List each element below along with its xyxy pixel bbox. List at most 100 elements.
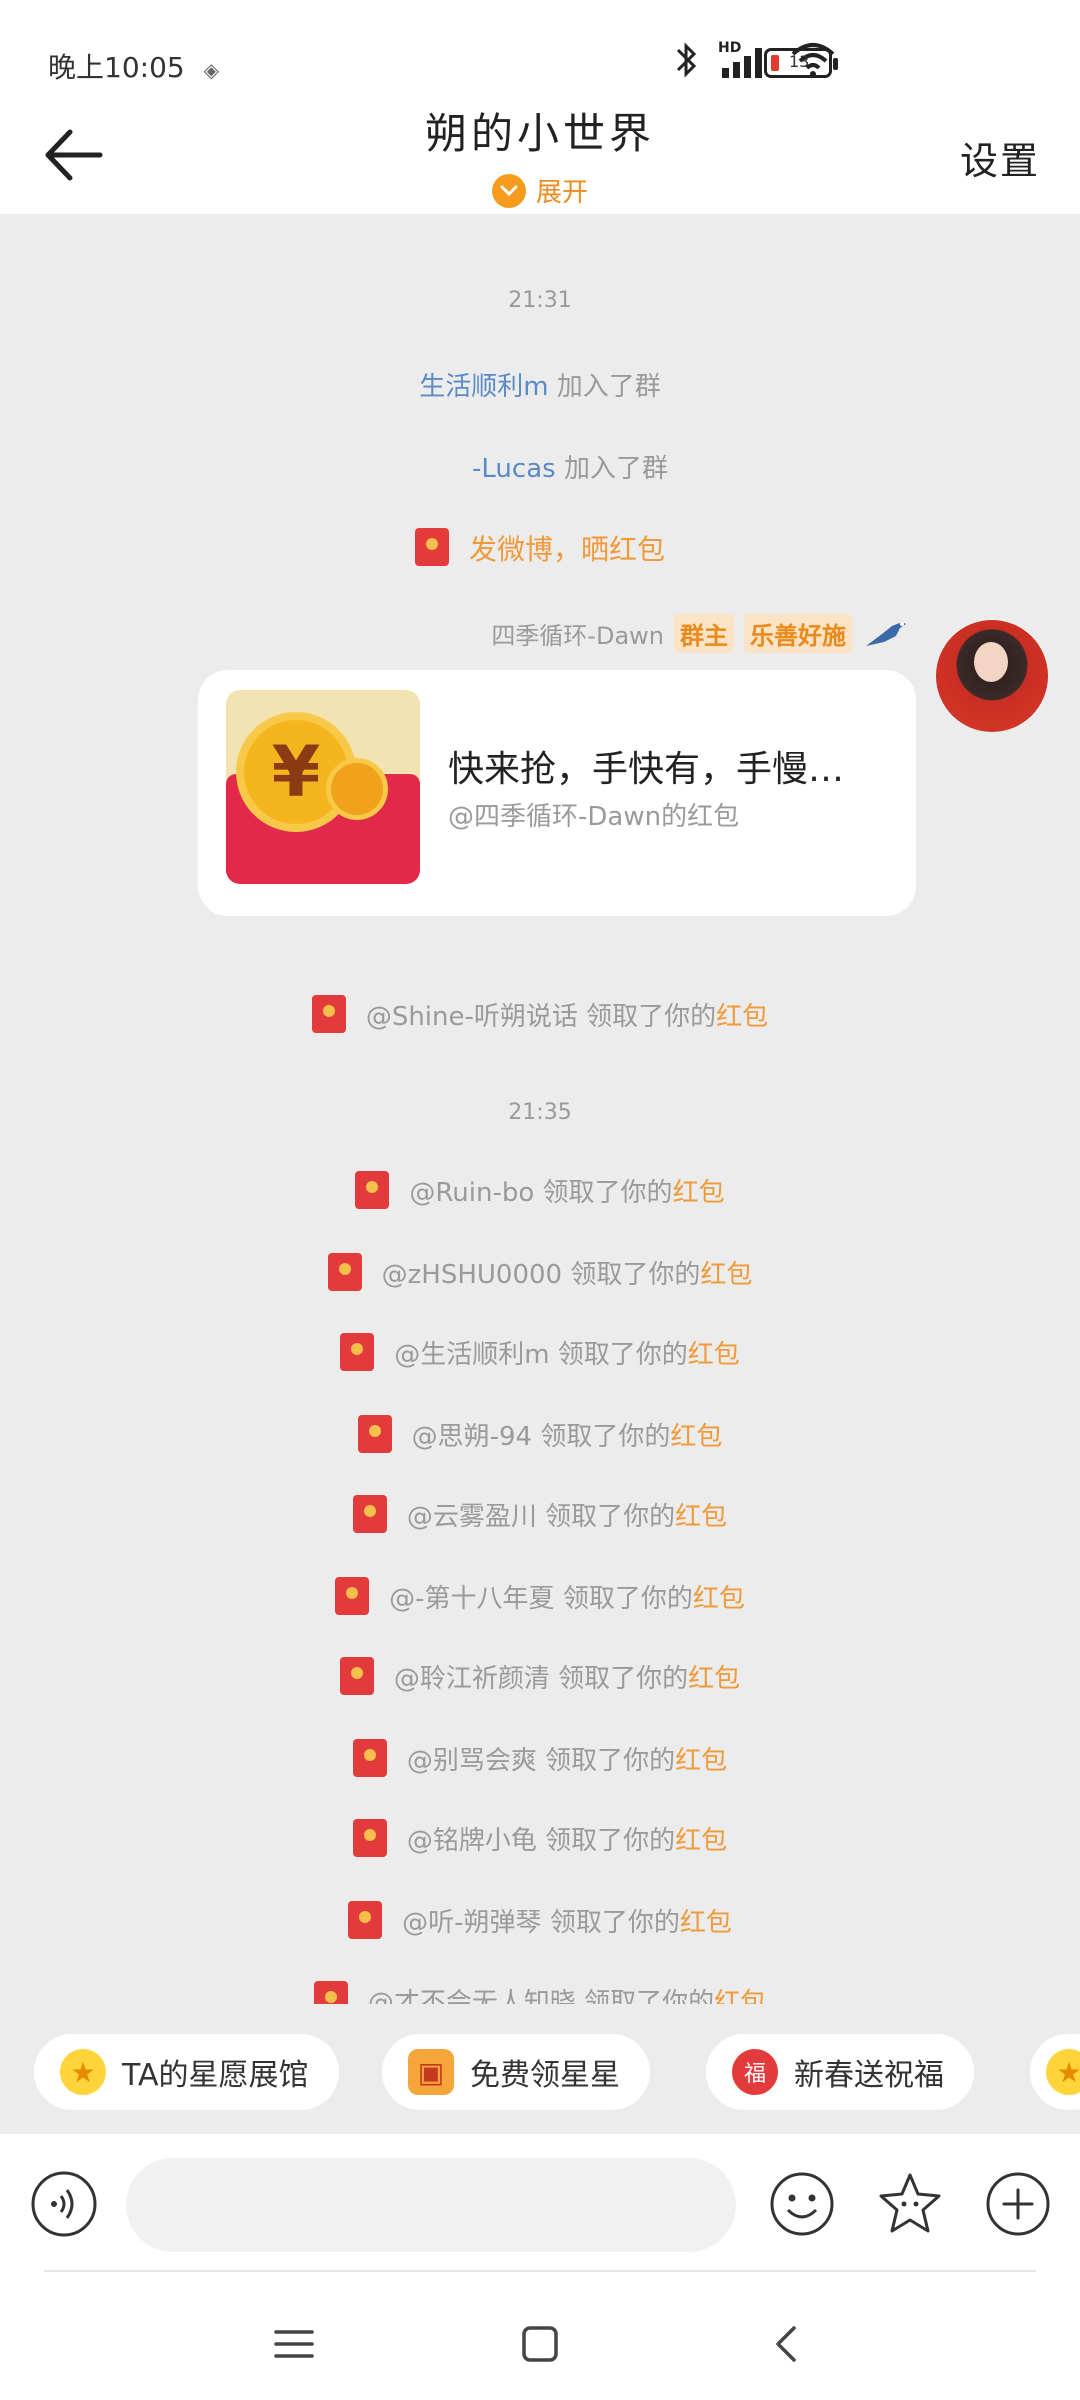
chip-label: TA的星愿展馆	[122, 2058, 309, 2093]
status-bar: 晚上10:05 ◈ HD 13	[0, 0, 1080, 100]
red-packet-link[interactable]: 红包	[675, 1502, 727, 1532]
timestamp: 21:31	[508, 288, 572, 313]
sender-row: 四季循环-Dawn 群主 乐善好施	[491, 614, 910, 653]
signal-label: HD	[718, 40, 742, 56]
claim-message: @生活顺利m 领取了你的红包	[0, 1332, 1080, 1375]
claim-text: 领取了你的	[540, 1422, 671, 1452]
claim-message: @才不会无人知晓 领取了你的红包	[0, 1980, 1080, 2004]
red-packet-link[interactable]: 红包	[700, 1260, 752, 1290]
red-packet-icon	[311, 994, 346, 1033]
red-packet-link[interactable]: 红包	[673, 1178, 725, 1208]
chip-star-gallery[interactable]: ★ TA的星愿展馆	[34, 2034, 339, 2110]
claim-message: @-第十八年夏 领取了你的红包	[0, 1576, 1080, 1619]
claimer-name: @生活顺利m	[394, 1340, 550, 1370]
claimer-name: @思朔-94	[411, 1422, 533, 1452]
claim-text: 领取了你的	[545, 1826, 676, 1856]
claim-text: 领取了你的	[570, 1260, 701, 1290]
bluetooth-icon	[676, 42, 697, 78]
chip-label: 免费领星星	[470, 2058, 620, 2093]
red-packet-link[interactable]: 红包	[680, 1908, 732, 1938]
claimer-name: @别骂会爽	[406, 1746, 537, 1776]
emoji-icon[interactable]	[768, 2170, 836, 2238]
red-packet-message[interactable]: ¥ 快来抢，手快有，手慢… @四季循环-Dawn的红包	[198, 670, 916, 916]
chat-area[interactable]: 21:31 生活顺利m 加入了群 -Lucas 加入了群 发微博，晒红包 四季循…	[0, 214, 1080, 2004]
claimer-name: @Ruin-bo	[409, 1178, 535, 1208]
message-input[interactable]	[126, 2158, 736, 2252]
group-title: 朔的小世界	[424, 109, 655, 158]
red-packet-icon	[414, 528, 449, 566]
claim-message: @Shine-听朔说话 领取了你的红包	[0, 994, 1080, 1037]
chip-new-year-blessing[interactable]: 福 新春送祝福	[706, 2034, 974, 2110]
claim-text: 领取了你的	[584, 1988, 715, 2004]
claim-message: @zHSHU0000 领取了你的红包	[0, 1252, 1080, 1295]
battery-icon: 13	[764, 48, 838, 78]
chip-free-stars[interactable]: ▣ 免费领星星	[382, 2034, 650, 2110]
red-packet-sender: @四季循环-Dawn的红包	[448, 802, 740, 832]
claimer-name: @Shine-听朔说话	[365, 1002, 578, 1032]
quick-action-bar: ★ TA的星愿展馆 ▣ 免费领星星 福 新春送祝福 ★	[0, 2004, 1080, 2134]
join-message: 生活顺利m 加入了群	[0, 366, 1080, 403]
red-packet-icon: ¥	[226, 690, 420, 884]
red-packet-link[interactable]: 红包	[688, 1340, 740, 1370]
star-icon: ★	[1046, 2049, 1080, 2095]
claim-text: 领取了你的	[542, 1178, 673, 1208]
divider	[44, 2270, 1036, 2272]
red-packet-icon	[348, 1900, 383, 1939]
claim-text: 领取了你的	[586, 1002, 717, 1032]
claimer-name: @才不会无人知晓	[367, 1988, 576, 2004]
sticker-icon[interactable]	[876, 2170, 944, 2238]
claim-message: @别骂会爽 领取了你的红包	[0, 1738, 1080, 1781]
claimer-name: @聆江祈颜清	[393, 1664, 550, 1694]
expand-button[interactable]: 展开	[0, 172, 1080, 209]
claimer-name: @-第十八年夏	[389, 1584, 555, 1614]
avatar[interactable]	[936, 620, 1048, 732]
menu-icon[interactable]	[264, 2314, 324, 2374]
red-packet-link[interactable]: 红包	[714, 1988, 766, 2004]
red-packet-title: 快来抢，手快有，手慢…	[448, 749, 845, 790]
red-packet-icon	[327, 1252, 362, 1291]
owner-badge: 群主	[674, 614, 734, 653]
claim-message: @聆江祈颜清 领取了你的红包	[0, 1656, 1080, 1699]
sender-name[interactable]: 四季循环-Dawn	[491, 616, 664, 651]
member-name[interactable]: -Lucas	[472, 454, 556, 484]
red-packet-icon	[357, 1414, 392, 1453]
red-packet-icon	[339, 1656, 374, 1695]
claim-message: @云雾盈川 领取了你的红包	[0, 1494, 1080, 1537]
claim-text: 领取了你的	[545, 1746, 676, 1776]
join-message: -Lucas 加入了群	[0, 448, 1080, 485]
red-packet-icon	[340, 1332, 375, 1371]
red-packet-link[interactable]: 红包	[670, 1422, 722, 1452]
status-time: 晚上10:05 ◈	[48, 46, 219, 86]
timestamp: 21:35	[508, 1100, 572, 1125]
red-packet-icon	[355, 1170, 390, 1209]
location-icon: ◈	[203, 58, 219, 82]
claim-text: 领取了你的	[549, 1908, 680, 1938]
plus-icon[interactable]	[984, 2170, 1052, 2238]
treasure-icon: ▣	[408, 2049, 454, 2095]
red-packet-icon	[313, 1980, 348, 2004]
red-packet-icon	[335, 1576, 370, 1615]
bird-icon	[866, 621, 906, 646]
chat-header: 朔的小世界 展开 设置	[0, 100, 1080, 214]
input-bar	[0, 2134, 1080, 2276]
member-name[interactable]: 生活顺利m	[419, 372, 548, 402]
claim-message: @听-朔弹琴 领取了你的红包	[0, 1900, 1080, 1943]
chip-label: 新春送祝福	[794, 2058, 944, 2093]
fortune-icon: 福	[732, 2049, 778, 2095]
red-packet-link[interactable]: 红包	[675, 1826, 727, 1856]
claimer-name: @zHSHU0000	[381, 1260, 563, 1290]
red-packet-link[interactable]: 红包	[716, 1002, 768, 1032]
battery-level: 13	[789, 52, 810, 71]
red-packet-link[interactable]: 红包	[688, 1664, 740, 1694]
red-packet-link[interactable]: 红包	[675, 1746, 727, 1776]
home-icon[interactable]	[510, 2314, 570, 2374]
back-icon[interactable]	[758, 2314, 818, 2374]
red-packet-link[interactable]: 红包	[693, 1584, 745, 1614]
claim-message: @思朔-94 领取了你的红包	[0, 1414, 1080, 1457]
claim-text: 领取了你的	[557, 1340, 688, 1370]
promo-message[interactable]: 发微博，晒红包	[0, 528, 1080, 570]
voice-icon[interactable]	[30, 2170, 98, 2238]
chip-more[interactable]: ★	[1030, 2034, 1080, 2110]
settings-button[interactable]: 设置	[960, 130, 1040, 185]
promo-text: 发微博，晒红包	[468, 533, 665, 566]
